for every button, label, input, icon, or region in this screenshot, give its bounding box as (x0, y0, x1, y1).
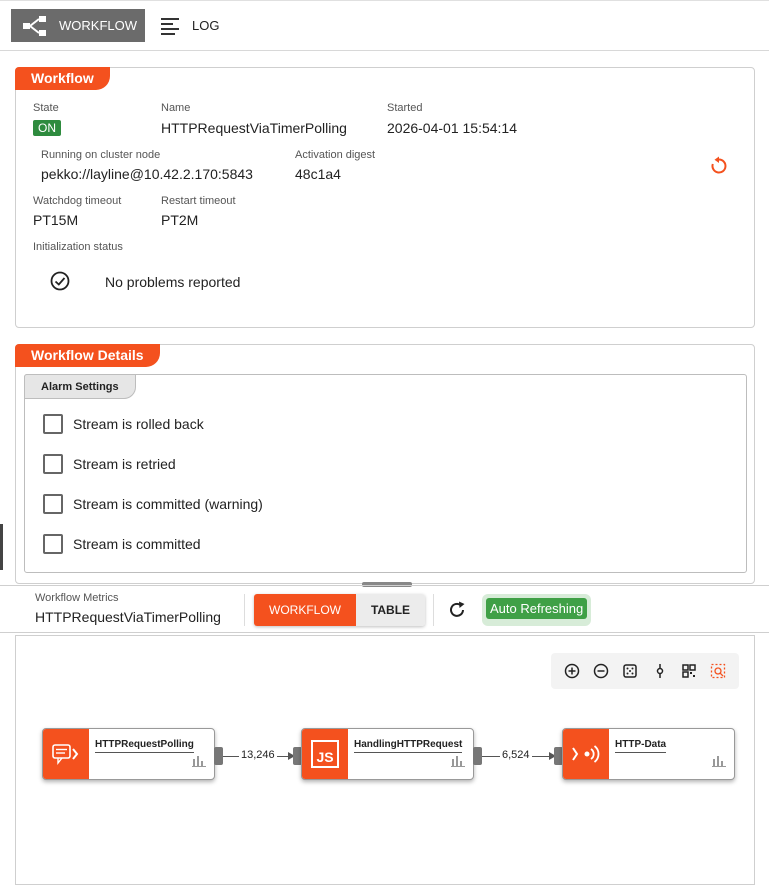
metrics-label: Workflow Metrics (35, 592, 119, 604)
tab-log-label: LOG (192, 18, 220, 33)
list-icon (160, 17, 192, 35)
checkbox-committed[interactable] (43, 534, 63, 554)
state-badge: ON (33, 120, 61, 136)
watchdog-value: PT15M (33, 212, 79, 228)
bar-chart-icon (192, 754, 206, 772)
node-name: HandlingHTTPRequest (354, 739, 463, 753)
edge-count-label: 13,246 (239, 749, 277, 761)
workflow-card-title: Workflow (15, 67, 110, 90)
state-label: State (33, 102, 59, 114)
graph-toolbar (551, 653, 739, 689)
digest-label: Activation digest (295, 149, 376, 161)
graph-node-handling-http-request[interactable]: JS HandlingHTTPRequest (301, 728, 474, 780)
side-drag-handle[interactable] (0, 524, 3, 570)
name-value: HTTPRequestViaTimerPolling (161, 120, 347, 136)
view-toggle: WORKFLOW TABLE (254, 594, 425, 626)
checkbox-label: Stream is committed (73, 536, 201, 552)
watchdog-label: Watchdog timeout (33, 195, 122, 207)
workflow-graph-canvas[interactable]: HTTPRequestPolling 13,246 JS HandlingHTT… (15, 635, 755, 885)
tab-workflow-label: WORKFLOW (59, 18, 137, 33)
zoom-in-icon[interactable] (561, 660, 583, 682)
auto-refresh-badge: Auto Refreshing (486, 598, 588, 619)
restart-timeout-label: Restart timeout (161, 195, 236, 207)
output-port[interactable] (214, 747, 223, 765)
started-value: 2026-04-01 15:54:14 (387, 120, 517, 136)
checkbox-row-rolled-back[interactable]: Stream is rolled back (43, 414, 204, 434)
auto-refresh-toggle[interactable]: Auto Refreshing (482, 594, 592, 626)
bar-chart-icon (712, 754, 726, 772)
checkbox-label: Stream is rolled back (73, 416, 204, 432)
workflow-details-title: Workflow Details (15, 344, 160, 367)
broadcast-icon (563, 729, 609, 779)
node-name: HTTP-Data (615, 739, 667, 753)
checkbox-label: Stream is retried (73, 456, 176, 472)
bar-chart-icon (451, 754, 465, 772)
divider (433, 594, 434, 626)
graph-node-http-data[interactable]: HTTP-Data (562, 728, 735, 780)
refresh-icon[interactable] (447, 600, 467, 625)
cluster-node-label: Running on cluster node (41, 149, 161, 161)
checkbox-row-committed[interactable]: Stream is committed (43, 534, 201, 554)
name-label: Name (161, 102, 191, 114)
workflow-icon (11, 9, 59, 42)
divider (244, 594, 245, 626)
started-label: Started (387, 102, 423, 114)
zoom-selection-icon[interactable] (707, 660, 729, 682)
digest-value: 48c1a4 (295, 166, 341, 182)
top-tab-bar: WORKFLOW LOG (0, 0, 769, 51)
checkbox-label: Stream is committed (warning) (73, 496, 263, 512)
checkbox-retried[interactable] (43, 454, 63, 474)
output-port[interactable] (473, 747, 482, 765)
tab-log[interactable]: LOG (160, 9, 219, 42)
cluster-node-value: pekko://layline@10.42.2.170:5843 (41, 166, 253, 182)
metrics-workflow-name: HTTPRequestViaTimerPolling (35, 609, 221, 625)
message-icon (43, 729, 89, 779)
node-name: HTTPRequestPolling (95, 739, 194, 753)
metrics-toolbar: Workflow Metrics HTTPRequestViaTimerPoll… (0, 585, 769, 633)
init-status-value: No problems reported (105, 274, 241, 290)
restart-timeout-value: PT2M (161, 212, 199, 228)
checkbox-row-retried[interactable]: Stream is retried (43, 454, 176, 474)
graph-node-http-request-polling[interactable]: HTTPRequestPolling (42, 728, 215, 780)
edge-count-label: 6,524 (500, 749, 532, 761)
align-icon[interactable] (649, 660, 671, 682)
grid-layout-icon[interactable] (678, 660, 700, 682)
checkbox-rolled-back[interactable] (43, 414, 63, 434)
restart-icon[interactable] (709, 156, 729, 181)
tab-workflow[interactable]: WORKFLOW (11, 9, 145, 42)
checkbox-row-committed-warning[interactable]: Stream is committed (warning) (43, 494, 263, 514)
toggle-workflow-button[interactable]: WORKFLOW (254, 594, 356, 626)
fit-view-icon[interactable] (619, 660, 641, 682)
js-icon: JS (302, 729, 348, 779)
init-status-label: Initialization status (33, 241, 123, 253)
check-circle-icon (50, 271, 70, 296)
toggle-table-button[interactable]: TABLE (356, 594, 425, 626)
workflow-details-card: Workflow Details Alarm Settings Stream i… (15, 344, 755, 584)
tab-alarm-settings[interactable]: Alarm Settings (24, 374, 136, 399)
alarm-settings-panel: Alarm Settings Stream is rolled back Str… (24, 374, 747, 573)
zoom-out-icon[interactable] (590, 660, 612, 682)
workflow-card: Workflow State ON Name HTTPRequestViaTim… (15, 67, 755, 328)
checkbox-committed-warning[interactable] (43, 494, 63, 514)
